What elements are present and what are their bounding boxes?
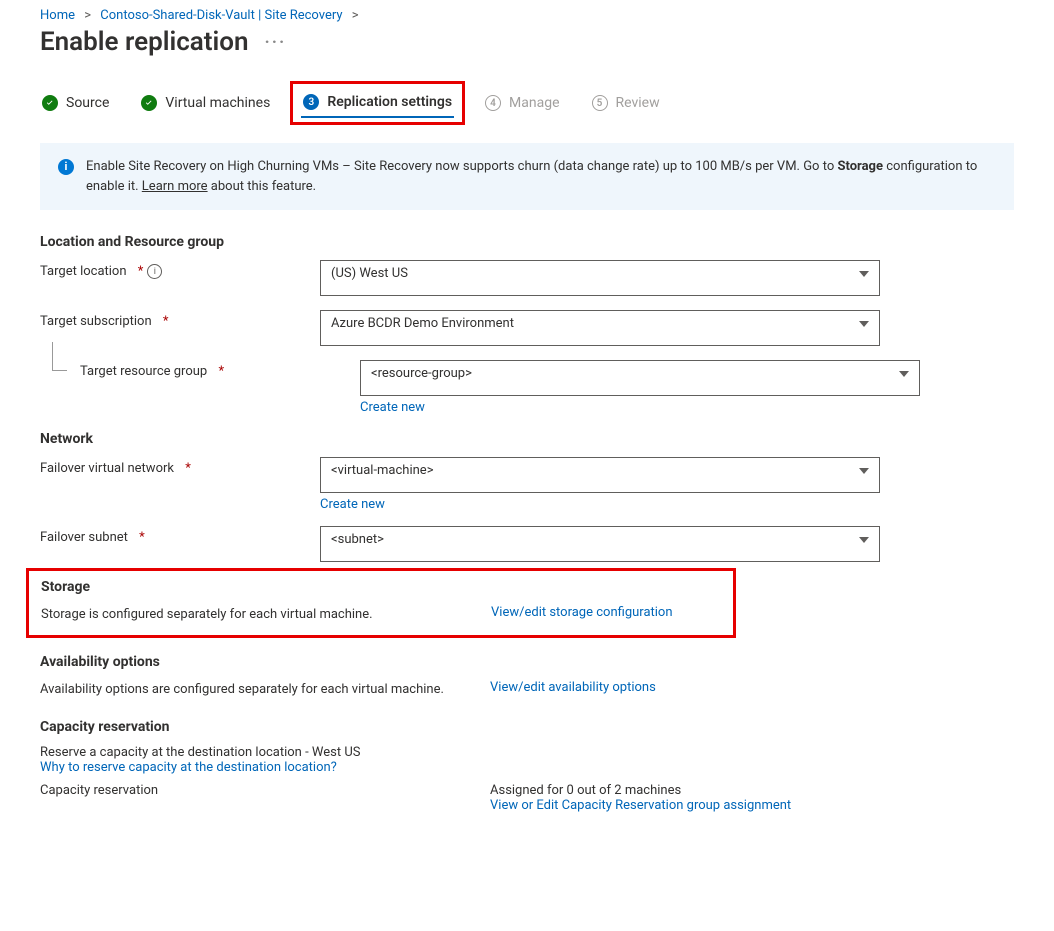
capacity-assigned-status: Assigned for 0 out of 2 machines [490, 783, 791, 798]
chevron-icon: > [84, 8, 91, 23]
highlight-replication-settings: 3 Replication settings [290, 81, 465, 125]
page-title-text: Enable replication [40, 27, 248, 57]
create-new-vnet-link[interactable]: Create new [320, 497, 385, 512]
tab-source-label: Source [66, 95, 109, 111]
why-reserve-link[interactable]: Why to reserve capacity at the destinati… [40, 760, 337, 775]
dropdown-target-location[interactable]: (US) West US [320, 260, 880, 296]
label-failover-subnet: Failover subnet * [40, 526, 320, 545]
learn-more-link[interactable]: Learn more [142, 179, 208, 194]
dropdown-failover-subnet[interactable]: <subnet> [320, 526, 880, 562]
section-storage: Storage [41, 579, 721, 595]
view-edit-availability-link[interactable]: View/edit availability options [490, 680, 656, 695]
tab-source[interactable]: Source [40, 89, 111, 117]
wizard-tabs: Source Virtual machines 3 Replication se… [40, 87, 1014, 119]
label-target-location: Target location * i [40, 260, 320, 279]
tab-replication-label: Replication settings [327, 94, 452, 110]
section-location-rg: Location and Resource group [40, 234, 1014, 250]
tab-review-label: Review [616, 95, 660, 111]
step-number-icon: 5 [592, 95, 608, 111]
section-availability: Availability options [40, 654, 1014, 670]
breadcrumb-vault[interactable]: Contoso-Shared-Disk-Vault | Site Recover… [100, 8, 342, 23]
check-icon [141, 95, 157, 111]
info-banner: i Enable Site Recovery on High Churning … [40, 143, 1014, 210]
label-failover-vnet: Failover virtual network * [40, 457, 320, 476]
section-capacity: Capacity reservation [40, 719, 1014, 735]
more-actions-icon[interactable]: ··· [264, 32, 286, 53]
info-icon[interactable]: i [147, 264, 162, 279]
step-number-icon: 3 [303, 94, 319, 110]
storage-description: Storage is configured separately for eac… [41, 605, 461, 625]
chevron-icon: > [352, 8, 359, 23]
page-title: Enable replication ··· [40, 27, 1014, 57]
check-icon [42, 95, 58, 111]
tab-replication-settings[interactable]: 3 Replication settings [301, 88, 454, 118]
dropdown-failover-vnet[interactable]: <virtual-machine> [320, 457, 880, 493]
availability-description: Availability options are configured sepa… [40, 680, 460, 700]
create-new-rg-link[interactable]: Create new [360, 400, 425, 415]
view-edit-storage-link[interactable]: View/edit storage configuration [491, 605, 673, 620]
tab-manage: 4 Manage [483, 89, 561, 117]
info-icon: i [58, 159, 74, 175]
section-network: Network [40, 431, 1014, 447]
tab-review: 5 Review [590, 89, 662, 117]
capacity-description: Reserve a capacity at the destination lo… [40, 745, 1014, 760]
view-edit-capacity-link[interactable]: View or Edit Capacity Reservation group … [490, 798, 791, 813]
dropdown-target-subscription[interactable]: Azure BCDR Demo Environment [320, 310, 880, 346]
tab-vms-label: Virtual machines [165, 95, 270, 111]
breadcrumb: Home > Contoso-Shared-Disk-Vault | Site … [40, 8, 1014, 23]
label-target-resource-group: Target resource group * [40, 360, 360, 379]
tab-virtual-machines[interactable]: Virtual machines [139, 89, 272, 117]
breadcrumb-home[interactable]: Home [40, 8, 75, 23]
capacity-reservation-label: Capacity reservation [40, 783, 460, 798]
step-number-icon: 4 [485, 95, 501, 111]
info-banner-text: Enable Site Recovery on High Churning VM… [86, 157, 996, 196]
label-target-subscription: Target subscription * [40, 310, 320, 329]
highlight-storage-section: Storage Storage is configured separately… [26, 568, 736, 638]
tab-manage-label: Manage [509, 95, 559, 111]
dropdown-target-resource-group[interactable]: <resource-group> [360, 360, 920, 396]
